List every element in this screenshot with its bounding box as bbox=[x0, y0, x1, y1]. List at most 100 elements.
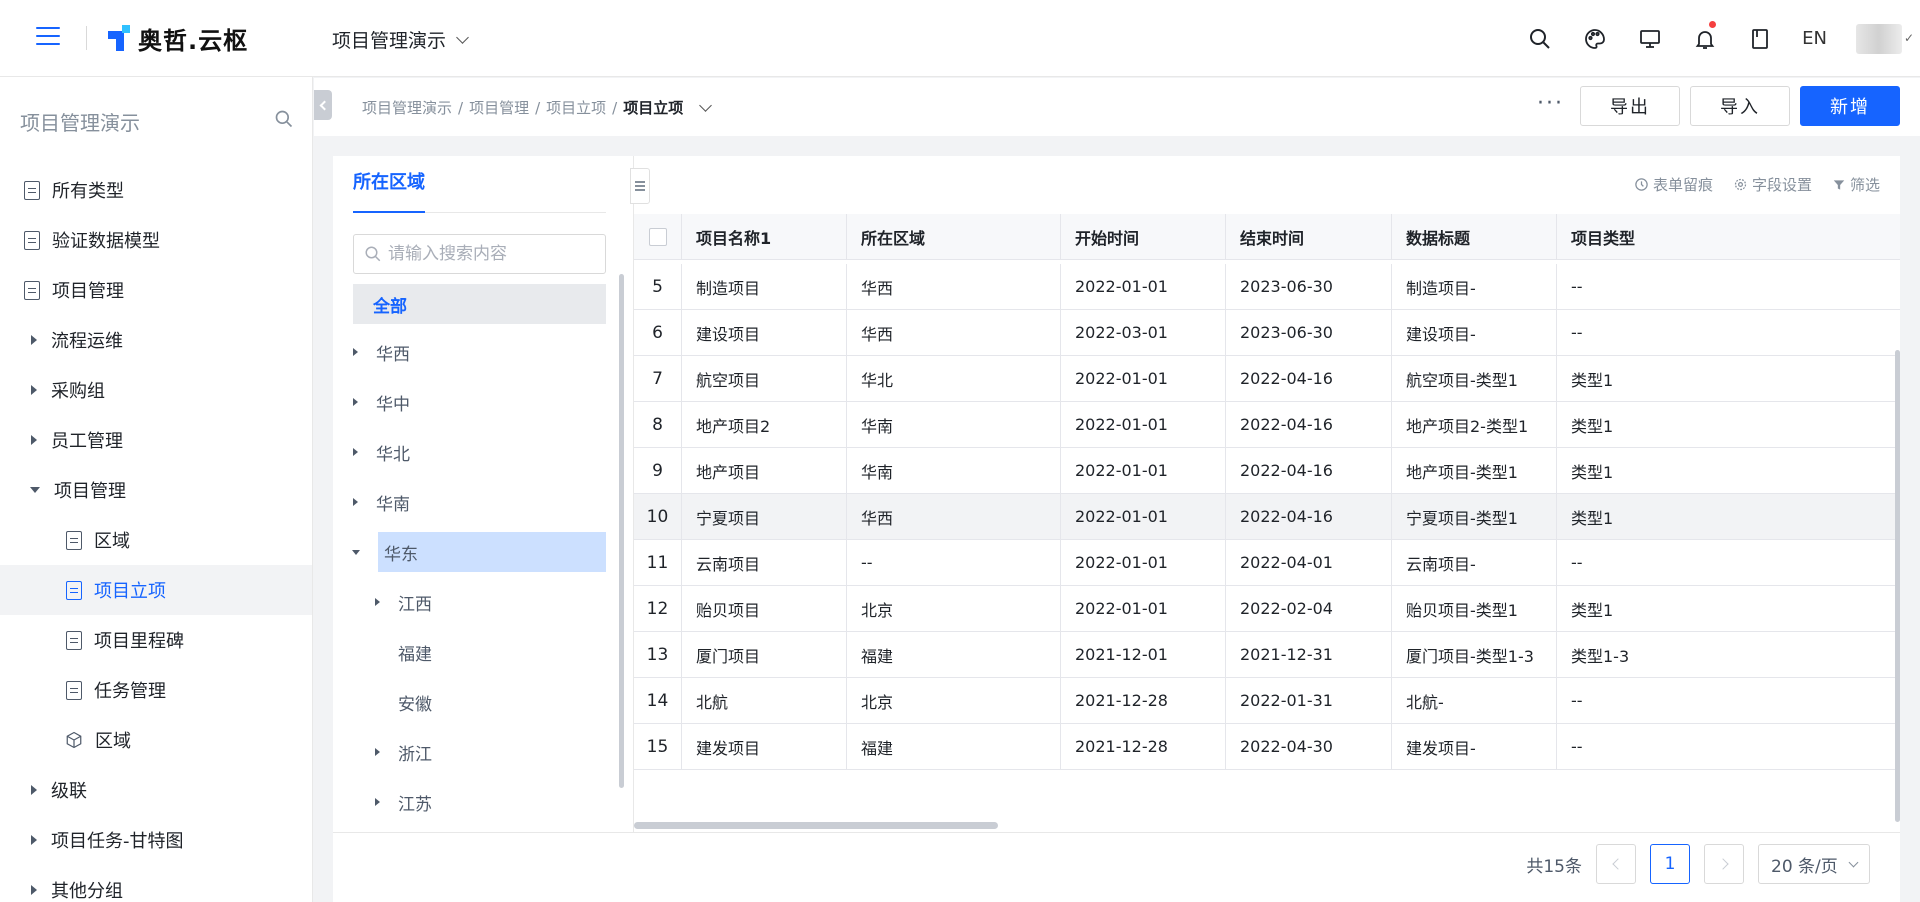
table-cell-name[interactable]: 建发项目 bbox=[682, 724, 847, 769]
tree-node-fujian[interactable]: 福建 bbox=[375, 632, 606, 672]
table-cell-name[interactable]: 贻贝项目 bbox=[682, 586, 847, 631]
breadcrumb-item[interactable]: 项目立项 bbox=[546, 97, 606, 118]
caret-down-icon[interactable] bbox=[352, 549, 360, 555]
next-page-button[interactable] bbox=[1704, 844, 1744, 884]
caret-right-icon[interactable] bbox=[375, 598, 380, 606]
caret-right-icon[interactable] bbox=[353, 498, 358, 506]
tree-node-huazhong[interactable]: 华中 bbox=[353, 382, 606, 422]
table-cell-name[interactable]: 建设项目 bbox=[682, 310, 847, 355]
palette-icon[interactable] bbox=[1567, 0, 1622, 77]
tree-node-huanan[interactable]: 华南 bbox=[353, 482, 606, 522]
tree-node-all[interactable]: 全部 bbox=[353, 284, 606, 324]
table-row[interactable]: 9 地产项目 华南 2022-01-01 2022-04-16 地产项目-类型1 类型1 bbox=[634, 448, 1900, 494]
table-row[interactable]: 11 云南项目 -- 2022-01-01 2022-04-01 云南项目- -- bbox=[634, 540, 1900, 586]
table-row[interactable]: 12 贻贝项目 北京 2022-01-01 2022-02-04 贻贝项目-类型1 类型1 bbox=[634, 586, 1900, 632]
sidebar-item-region[interactable]: 区域 bbox=[0, 515, 312, 565]
table-cell-start: 2022-01-01 bbox=[1061, 540, 1226, 585]
sidebar-group-gantt[interactable]: 项目任务-甘特图 bbox=[0, 815, 312, 865]
page-button-current[interactable]: 1 bbox=[1650, 844, 1690, 884]
column-toggle-button[interactable] bbox=[630, 168, 650, 204]
tree-node-jiangxi[interactable]: 江西 bbox=[375, 582, 606, 622]
table-row[interactable]: 15 建发项目 福建 2021-12-28 2022-04-30 建发项目- -- bbox=[634, 724, 1900, 770]
sidebar-group-purchase[interactable]: 采购组 bbox=[0, 365, 312, 415]
breadcrumb-item[interactable]: 项目管理演示 bbox=[362, 97, 452, 118]
column-header[interactable]: 结束时间 bbox=[1226, 214, 1392, 260]
sidebar-item-region-model[interactable]: 区域 bbox=[0, 715, 312, 765]
tree-search-input[interactable] bbox=[388, 244, 588, 264]
add-button[interactable]: 新增 bbox=[1800, 86, 1900, 126]
table-cell-name[interactable]: 航空项目 bbox=[682, 356, 847, 401]
table-row[interactable]: 8 地产项目2 华南 2022-01-01 2022-04-16 地产项目2-类型1 类型1 bbox=[634, 402, 1900, 448]
sidebar-group-other[interactable]: 其他分组 bbox=[0, 865, 312, 902]
table-row[interactable]: 5 制造项目 华西 2022-01-01 2023-06-30 制造项目- -- bbox=[634, 264, 1900, 310]
breadcrumb-current[interactable]: 项目立项 bbox=[623, 97, 683, 118]
import-button[interactable]: 导入 bbox=[1690, 86, 1790, 126]
column-header[interactable]: 所在区域 bbox=[847, 214, 1061, 260]
sidebar-item-project-initiation[interactable]: 项目立项 bbox=[0, 565, 312, 615]
table-cell-name[interactable]: 厦门项目 bbox=[682, 632, 847, 677]
caret-right-icon[interactable] bbox=[375, 748, 380, 756]
caret-right-icon[interactable] bbox=[353, 348, 358, 356]
search-icon[interactable] bbox=[1512, 0, 1567, 77]
page-size-select[interactable]: 20 条/页 bbox=[1758, 844, 1870, 884]
breadcrumb-item[interactable]: 项目管理 bbox=[469, 97, 529, 118]
table-cell-name[interactable]: 制造项目 bbox=[682, 264, 847, 309]
sidebar-group-staff[interactable]: 员工管理 bbox=[0, 415, 312, 465]
column-header[interactable]: 数据标题 bbox=[1392, 214, 1557, 260]
tree-node-huaxi[interactable]: 华西 bbox=[353, 332, 606, 372]
form-trace-button[interactable]: 表单留痕 bbox=[1634, 174, 1713, 195]
horizontal-scrollbar[interactable] bbox=[634, 822, 998, 829]
tab-region[interactable]: 所在区域 bbox=[353, 168, 425, 194]
table-cell-name[interactable]: 地产项目2 bbox=[682, 402, 847, 447]
column-header[interactable]: 项目名称1 bbox=[682, 214, 847, 260]
column-header[interactable]: 开始时间 bbox=[1061, 214, 1226, 260]
table-cell-name[interactable]: 地产项目 bbox=[682, 448, 847, 493]
menu-toggle-icon[interactable] bbox=[36, 27, 60, 47]
sidebar-item-data-model[interactable]: 验证数据模型 bbox=[0, 215, 312, 265]
table-row[interactable]: 10 宁夏项目 华西 2022-01-01 2022-04-16 宁夏项目-类型1 类型1 bbox=[634, 494, 1900, 540]
tree-node-zhejiang[interactable]: 浙江 bbox=[375, 732, 606, 772]
avatar[interactable] bbox=[1856, 23, 1914, 54]
sidebar-item-milestone[interactable]: 项目里程碑 bbox=[0, 615, 312, 665]
sidebar-group-cascade[interactable]: 级联 bbox=[0, 765, 312, 815]
caret-right-icon[interactable] bbox=[353, 398, 358, 406]
bell-icon[interactable] bbox=[1677, 0, 1732, 77]
tree-node-huabei[interactable]: 华北 bbox=[353, 432, 606, 472]
tree-search-field[interactable] bbox=[353, 234, 606, 274]
book-icon[interactable] bbox=[1732, 0, 1787, 77]
table-cell-name[interactable]: 北航 bbox=[682, 678, 847, 723]
table-row[interactable]: 6 建设项目 华西 2022-03-01 2023-06-30 建设项目- -- bbox=[634, 310, 1900, 356]
sidebar-group-project-management[interactable]: 项目管理 bbox=[0, 465, 312, 515]
vertical-scrollbar[interactable] bbox=[1895, 350, 1900, 822]
table-row[interactable]: 7 航空项目 华北 2022-01-01 2022-04-16 航空项目-类型1 类型1 bbox=[634, 356, 1900, 402]
table-row[interactable]: 13 厦门项目 福建 2021-12-01 2021-12-31 厦门项目-类型1-3 类型… bbox=[634, 632, 1900, 678]
chevron-down-icon[interactable] bbox=[699, 98, 713, 112]
tree-node-huadong[interactable]: 华东 bbox=[352, 532, 606, 572]
project-switcher[interactable]: 项目管理演示 bbox=[332, 26, 469, 53]
sidebar-item-all-types[interactable]: 所有类型 bbox=[0, 165, 312, 215]
sidebar-search-icon[interactable] bbox=[274, 109, 294, 133]
field-settings-button[interactable]: 字段设置 bbox=[1733, 174, 1812, 195]
prev-page-button[interactable] bbox=[1596, 844, 1636, 884]
sidebar-item-task-management[interactable]: 任务管理 bbox=[0, 665, 312, 715]
select-all-checkbox[interactable] bbox=[649, 228, 667, 246]
tree-node-jiangsu[interactable]: 江苏 bbox=[375, 782, 606, 822]
sidebar-collapse-handle[interactable] bbox=[314, 90, 332, 120]
more-actions-icon[interactable]: ··· bbox=[1537, 91, 1564, 116]
caret-right-icon[interactable] bbox=[353, 448, 358, 456]
caret-right-icon[interactable] bbox=[375, 798, 380, 806]
language-switch[interactable]: EN bbox=[1787, 28, 1842, 49]
table-row[interactable]: 14 北航 北京 2021-12-28 2022-01-31 北航- -- bbox=[634, 678, 1900, 724]
table-cell-name[interactable]: 宁夏项目 bbox=[682, 494, 847, 539]
column-header[interactable]: 项目类型 bbox=[1557, 214, 1900, 260]
export-button[interactable]: 导出 bbox=[1580, 86, 1680, 126]
tree-scrollbar[interactable] bbox=[619, 274, 624, 788]
tree-node-anhui[interactable]: 安徽 bbox=[375, 682, 606, 722]
sidebar-item-label: 所有类型 bbox=[52, 181, 124, 202]
sidebar-item-project-management[interactable]: 项目管理 bbox=[0, 265, 312, 315]
sidebar-group-process[interactable]: 流程运维 bbox=[0, 315, 312, 365]
filter-button[interactable]: 筛选 bbox=[1832, 174, 1880, 195]
logo[interactable]: 奥哲.云枢 bbox=[108, 22, 248, 55]
table-cell-name[interactable]: 云南项目 bbox=[682, 540, 847, 585]
monitor-icon[interactable] bbox=[1622, 0, 1677, 77]
